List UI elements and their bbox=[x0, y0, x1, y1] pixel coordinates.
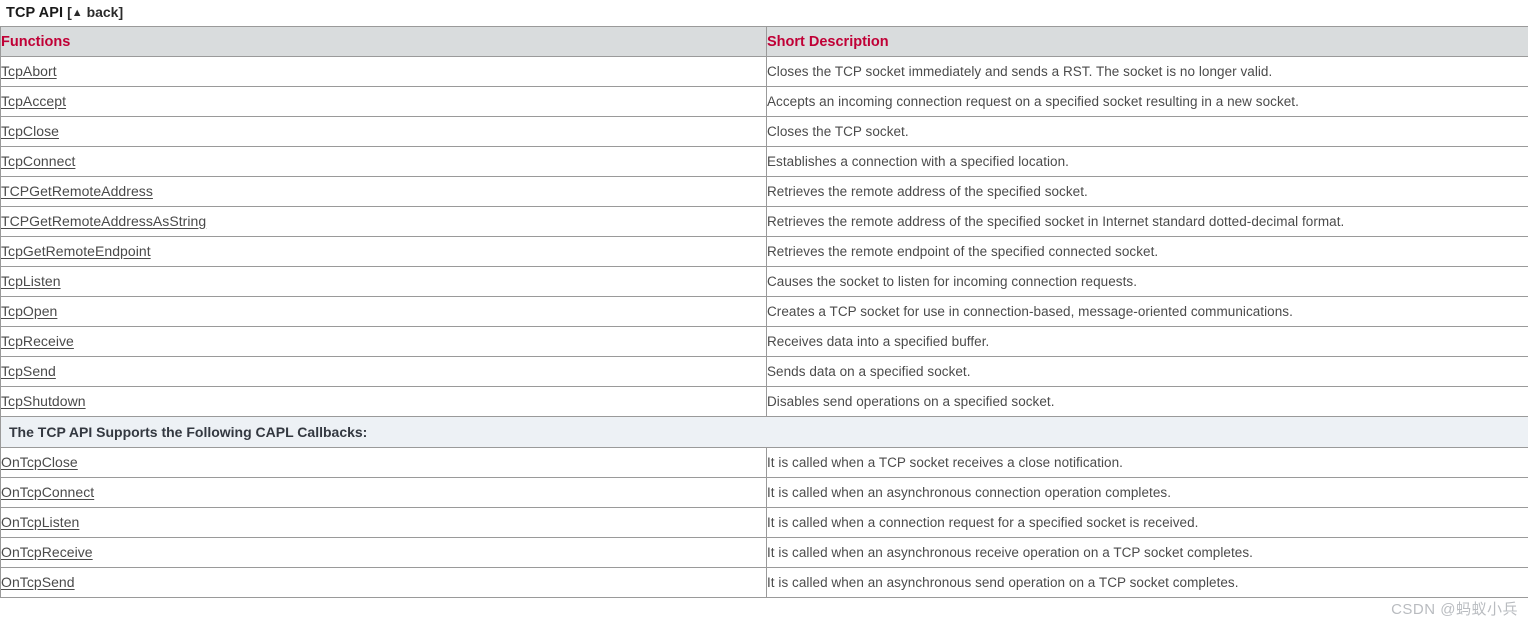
function-description-cell: Closes the TCP socket. bbox=[766, 116, 1528, 147]
table-row: TcpReceive Receives data into a specifie… bbox=[0, 326, 1528, 357]
callback-link-ontcplisten[interactable]: OnTcpListen bbox=[1, 514, 79, 530]
function-link-tcpgetremoteaddressasstring[interactable]: TCPGetRemoteAddressAsString bbox=[1, 213, 206, 229]
back-link[interactable]: [▲ back] bbox=[67, 4, 123, 20]
table-row: OnTcpSend It is called when an asynchron… bbox=[0, 567, 1528, 598]
callback-description-cell: It is called when an asynchronous send o… bbox=[766, 567, 1528, 598]
back-link-label: back bbox=[86, 4, 119, 20]
column-header-short-description-label: Short Description bbox=[767, 33, 889, 50]
csdn-watermark: CSDN @蚂蚁小兵 bbox=[1391, 601, 1518, 618]
table-row: TcpConnect Establishes a connection with… bbox=[0, 146, 1528, 177]
table-row: TcpAbort Closes the TCP socket immediate… bbox=[0, 56, 1528, 87]
function-name-cell: TcpAbort bbox=[0, 56, 767, 87]
function-name-cell: TCPGetRemoteAddressAsString bbox=[0, 206, 767, 237]
function-name-cell: TcpOpen bbox=[0, 296, 767, 327]
callback-description-cell: It is called when a TCP socket receives … bbox=[766, 447, 1528, 478]
tcp-api-page: TCP API [▲ back] Functions Short Descript… bbox=[0, 0, 1528, 627]
function-link-tcplisten[interactable]: TcpListen bbox=[1, 273, 61, 289]
callback-link-ontcpreceive[interactable]: OnTcpReceive bbox=[1, 544, 93, 560]
function-description-cell: Receives data into a specified buffer. bbox=[766, 326, 1528, 357]
callback-name-cell: OnTcpClose bbox=[0, 447, 767, 478]
function-name-cell: TcpListen bbox=[0, 266, 767, 297]
table-row: OnTcpClose It is called when a TCP socke… bbox=[0, 447, 1528, 478]
callback-link-ontcpsend[interactable]: OnTcpSend bbox=[1, 574, 75, 590]
table-row: TcpOpen Creates a TCP socket for use in … bbox=[0, 296, 1528, 327]
function-link-tcpaccept[interactable]: TcpAccept bbox=[1, 93, 66, 109]
callback-link-ontcpconnect[interactable]: OnTcpConnect bbox=[1, 484, 94, 500]
callback-description-cell: It is called when an asynchronous receiv… bbox=[766, 537, 1528, 568]
column-header-functions: Functions bbox=[0, 26, 767, 57]
table-row: TcpListen Causes the socket to listen fo… bbox=[0, 266, 1528, 297]
function-link-tcpreceive[interactable]: TcpReceive bbox=[1, 333, 74, 349]
function-description-cell: Disables send operations on a specified … bbox=[766, 386, 1528, 417]
callbacks-section-title: The TCP API Supports the Following CAPL … bbox=[0, 416, 1528, 448]
function-name-cell: TcpGetRemoteEndpoint bbox=[0, 236, 767, 267]
function-link-tcpopen[interactable]: TcpOpen bbox=[1, 303, 57, 319]
function-description-cell: Retrieves the remote address of the spec… bbox=[766, 206, 1528, 237]
callback-link-ontcpclose[interactable]: OnTcpClose bbox=[1, 454, 78, 470]
table-row: TCPGetRemoteAddressAsString Retrieves th… bbox=[0, 206, 1528, 237]
function-name-cell: TcpReceive bbox=[0, 326, 767, 357]
tcp-api-table: Functions Short Description TcpAbort Clo… bbox=[0, 26, 1528, 598]
function-name-cell: TcpShutdown bbox=[0, 386, 767, 417]
function-description-cell: Causes the socket to listen for incoming… bbox=[766, 266, 1528, 297]
table-header: Functions Short Description bbox=[0, 26, 1528, 57]
callback-name-cell: OnTcpListen bbox=[0, 507, 767, 538]
table-row: OnTcpConnect It is called when an asynch… bbox=[0, 477, 1528, 508]
function-description-cell: Establishes a connection with a specifie… bbox=[766, 146, 1528, 177]
function-name-cell: TcpConnect bbox=[0, 146, 767, 177]
table-row: TCPGetRemoteAddress Retrieves the remote… bbox=[0, 176, 1528, 207]
function-name-cell: TcpClose bbox=[0, 116, 767, 147]
function-name-cell: TcpAccept bbox=[0, 86, 767, 117]
column-header-short-description: Short Description bbox=[766, 26, 1528, 57]
function-name-cell: TCPGetRemoteAddress bbox=[0, 176, 767, 207]
page-title: TCP API bbox=[6, 5, 64, 21]
bracket-close: ] bbox=[118, 4, 124, 20]
table-row: TcpGetRemoteEndpoint Retrieves the remot… bbox=[0, 236, 1528, 267]
function-link-tcpgetremoteaddress[interactable]: TCPGetRemoteAddress bbox=[1, 183, 153, 199]
function-link-tcpconnect[interactable]: TcpConnect bbox=[1, 153, 75, 169]
table-header-row: Functions Short Description bbox=[0, 26, 1528, 57]
callback-name-cell: OnTcpConnect bbox=[0, 477, 767, 508]
function-description-cell: Sends data on a specified socket. bbox=[766, 356, 1528, 387]
function-link-tcpshutdown[interactable]: TcpShutdown bbox=[1, 393, 86, 409]
function-link-tcpclose[interactable]: TcpClose bbox=[1, 123, 59, 139]
callback-description-cell: It is called when a connection request f… bbox=[766, 507, 1528, 538]
callback-name-cell: OnTcpSend bbox=[0, 567, 767, 598]
table-row: TcpShutdown Disables send operations on … bbox=[0, 386, 1528, 417]
function-description-cell: Creates a TCP socket for use in connecti… bbox=[766, 296, 1528, 327]
function-description-cell: Retrieves the remote address of the spec… bbox=[766, 176, 1528, 207]
table-row: TcpClose Closes the TCP socket. bbox=[0, 116, 1528, 147]
function-link-tcpsend[interactable]: TcpSend bbox=[1, 363, 56, 379]
function-link-tcpgetremoteendpoint[interactable]: TcpGetRemoteEndpoint bbox=[1, 243, 151, 259]
callback-name-cell: OnTcpReceive bbox=[0, 537, 767, 568]
function-link-tcpabort[interactable]: TcpAbort bbox=[1, 63, 57, 79]
page-title-bar: TCP API [▲ back] bbox=[0, 0, 1528, 26]
table-row: TcpSend Sends data on a specified socket… bbox=[0, 356, 1528, 387]
callback-description-cell: It is called when an asynchronous connec… bbox=[766, 477, 1528, 508]
function-description-cell: Closes the TCP socket immediately and se… bbox=[766, 56, 1528, 87]
table-row: TcpAccept Accepts an incoming connection… bbox=[0, 86, 1528, 117]
callbacks-section-row: The TCP API Supports the Following CAPL … bbox=[0, 416, 1528, 448]
function-description-cell: Accepts an incoming connection request o… bbox=[766, 86, 1528, 117]
table-row: OnTcpReceive It is called when an asynch… bbox=[0, 537, 1528, 568]
table-row: OnTcpListen It is called when a connecti… bbox=[0, 507, 1528, 538]
up-triangle-icon: ▲ bbox=[71, 7, 83, 19]
function-description-cell: Retrieves the remote endpoint of the spe… bbox=[766, 236, 1528, 267]
function-name-cell: TcpSend bbox=[0, 356, 767, 387]
column-header-functions-label: Functions bbox=[1, 33, 71, 50]
table-body: TcpAbort Closes the TCP socket immediate… bbox=[0, 56, 1528, 598]
